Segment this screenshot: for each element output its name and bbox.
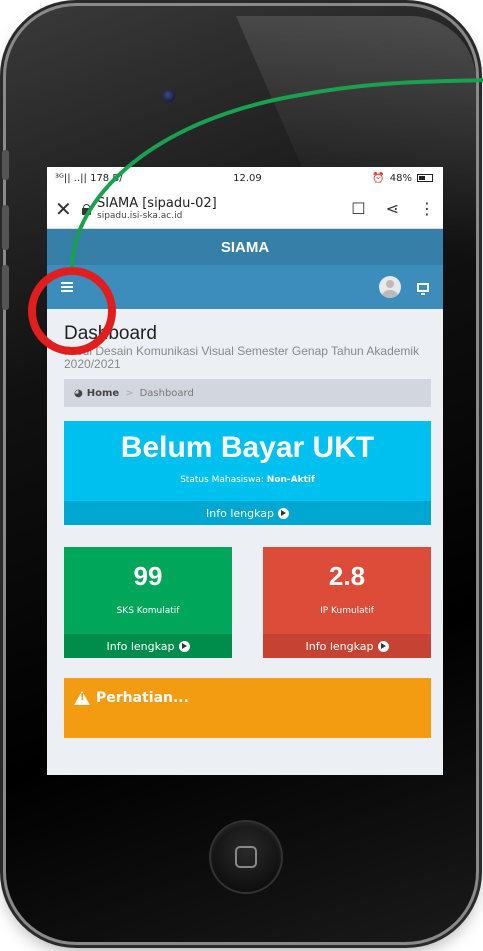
page-title: Dashboard xyxy=(64,323,157,344)
warning-icon xyxy=(74,691,90,705)
student-status-label: Status Mahasiswa: xyxy=(180,475,264,485)
sks-info-link-label: Info lengkap xyxy=(106,639,175,653)
dashboard-icon: ◕ xyxy=(74,387,83,399)
app-brand[interactable]: SIAMA xyxy=(47,229,443,265)
page-url: sipadu.isi-ska.ac.id xyxy=(97,211,183,221)
breadcrumb-separator: > xyxy=(125,387,134,399)
browser-toolbar: ✕ SIAMA [sipadu-02] sipadu.isi-ska.ac.id… xyxy=(47,189,443,229)
home-button[interactable] xyxy=(211,822,281,892)
ip-info-link[interactable]: Info lengkap xyxy=(263,634,431,658)
phone-screen: ³ᴳ|| ..|| 178 B/ 12.09 ⏰ 48% ✕ SIAMA [si… xyxy=(47,167,443,775)
ukt-info-link-label: Info lengkap xyxy=(206,506,274,520)
user-avatar[interactable] xyxy=(379,276,401,298)
alert-box: Perhatian... xyxy=(64,678,431,738)
sks-info-link[interactable]: Info lengkap xyxy=(64,634,232,658)
signal-indicator: ³ᴳ|| ..|| 178 B/ xyxy=(55,172,123,184)
arrow-circle-right-icon xyxy=(377,640,389,652)
share-icon[interactable]: ⋖ xyxy=(386,199,399,218)
battery-percent: 48% xyxy=(389,172,412,184)
sks-label: SKS Komulatif xyxy=(116,606,180,616)
status-bar: ³ᴳ|| ..|| 178 B/ 12.09 ⏰ 48% xyxy=(47,167,443,189)
ukt-status-box: Belum Bayar UKT Status Mahasiswa: Non-Ak… xyxy=(64,421,431,525)
bookmark-icon[interactable]: ☐ xyxy=(351,199,365,218)
front-camera xyxy=(163,90,175,102)
sks-value: 99 xyxy=(133,561,163,591)
student-status-value: Non-Aktif xyxy=(266,475,315,485)
battery-icon xyxy=(417,174,433,182)
student-status: Status Mahasiswa: Non-Aktif xyxy=(64,465,431,501)
ukt-headline: Belum Bayar UKT xyxy=(120,431,375,464)
ip-box: 2.8 IP Kumulatif Info lengkap xyxy=(263,547,431,658)
stats-row: 99 SKS Komulatif Info lengkap 2.8 IP Kum… xyxy=(64,547,431,658)
clock: 12.09 xyxy=(233,172,262,184)
alarm-icon: ⏰ xyxy=(372,172,385,184)
arrow-circle-right-icon xyxy=(178,640,190,652)
sks-box: 99 SKS Komulatif Info lengkap xyxy=(64,547,232,658)
monitor-icon[interactable] xyxy=(417,282,429,295)
ip-value: 2.8 xyxy=(328,561,366,591)
close-tab-icon[interactable]: ✕ xyxy=(55,197,75,221)
ukt-info-link[interactable]: Info lengkap xyxy=(64,501,431,525)
alert-title: Perhatian... xyxy=(96,690,189,706)
top-navbar xyxy=(47,265,443,309)
breadcrumb-current: Dashboard xyxy=(139,387,194,399)
page-tab-title: SIAMA [sipadu-02] xyxy=(97,196,217,211)
page-subtitle: Prodi Desain Komunikasi Visual Semester … xyxy=(64,344,420,371)
hamburger-menu-icon[interactable] xyxy=(61,282,73,292)
main-content: Dashboard Prodi Desain Komunikasi Visual… xyxy=(47,309,443,738)
mute-switch xyxy=(2,150,9,180)
arrow-circle-right-icon xyxy=(278,507,289,519)
ip-info-link-label: Info lengkap xyxy=(305,639,374,653)
address-bar[interactable]: SIAMA [sipadu-02] sipadu.isi-ska.ac.id xyxy=(97,196,331,221)
more-menu-icon[interactable]: ⋮ xyxy=(419,199,435,218)
volume-up-button xyxy=(2,205,9,250)
lock-icon xyxy=(81,203,91,215)
breadcrumb-home-link[interactable]: Home xyxy=(87,388,119,399)
ip-label: IP Kumulatif xyxy=(320,606,374,616)
volume-down-button xyxy=(2,265,9,310)
breadcrumb: ◕ Home > Dashboard xyxy=(64,379,431,407)
